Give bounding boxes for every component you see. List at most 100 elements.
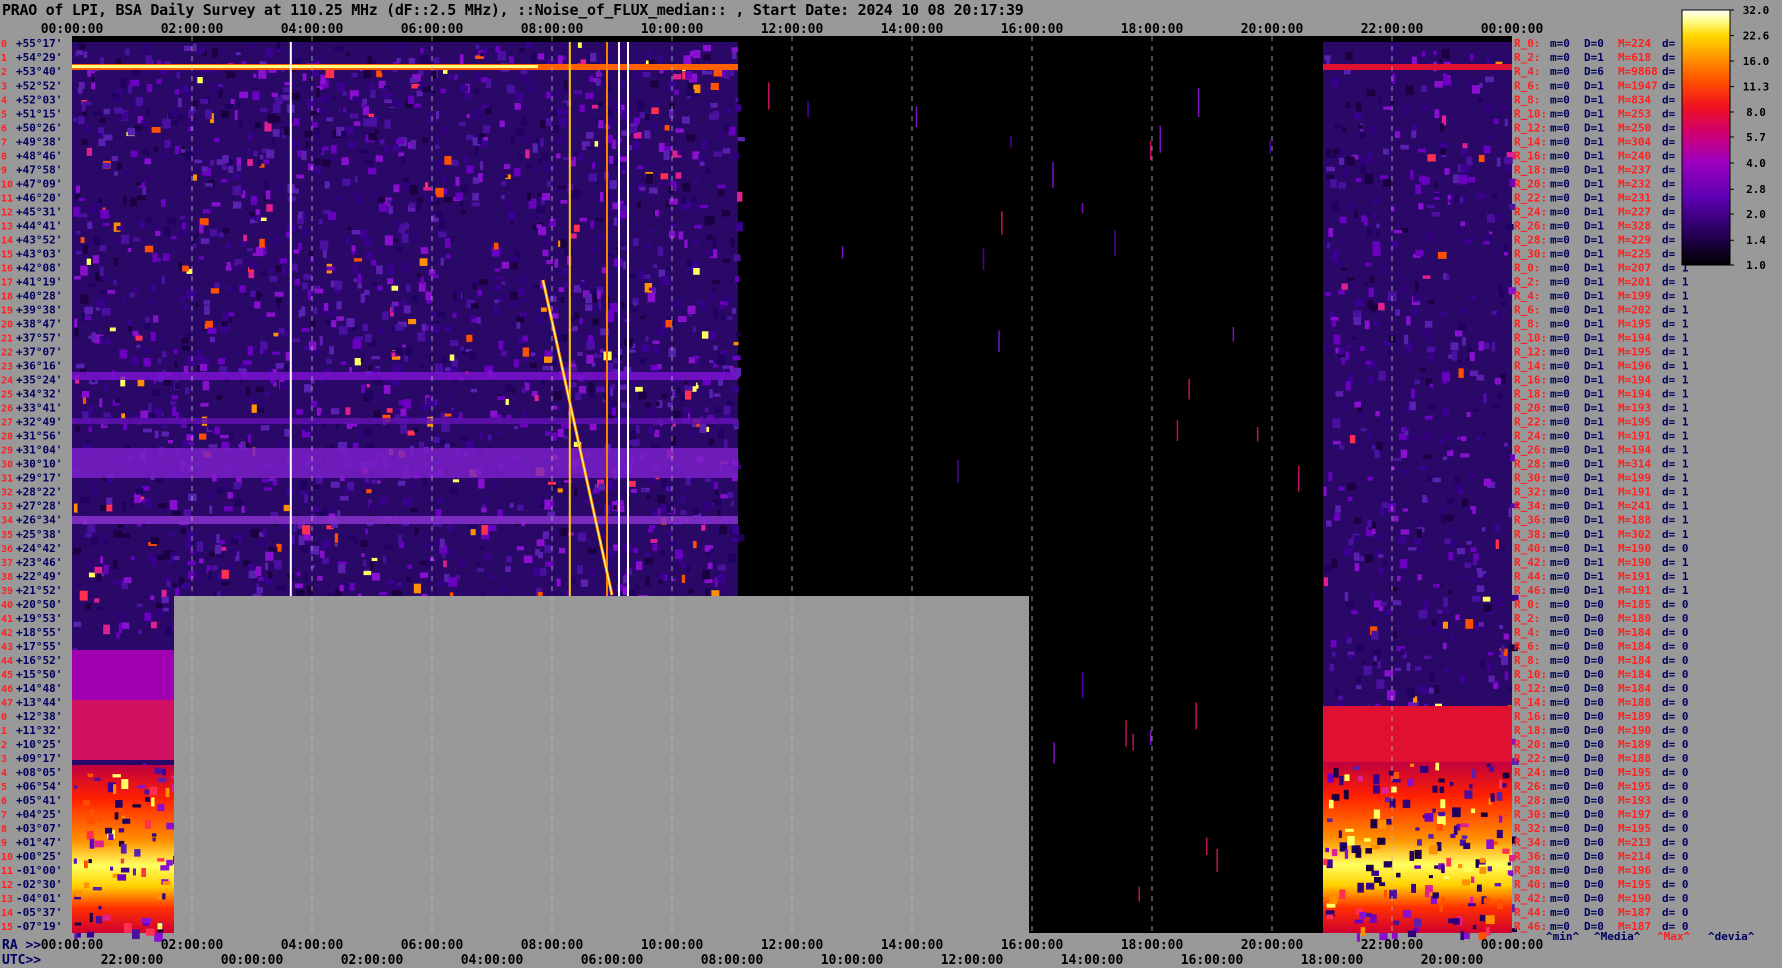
noise-cell (513, 359, 519, 368)
noise-cell (1419, 466, 1428, 470)
noise-cell (239, 285, 246, 293)
noise-cell (245, 386, 250, 396)
noise-cell (352, 339, 362, 349)
noise-cell (1355, 298, 1364, 307)
noise-cell (388, 583, 395, 590)
noise-cell (1461, 835, 1468, 839)
stats-median: D=1 (1584, 289, 1604, 302)
noise-cell (102, 914, 111, 921)
noise-cell (293, 249, 299, 254)
noise-cell (452, 479, 460, 483)
stats-min: m=0 (1550, 37, 1570, 50)
noise-cell (1496, 311, 1503, 322)
noise-cell (182, 222, 186, 230)
noise-cell (1383, 106, 1391, 110)
declination-label: +55°17' (16, 37, 62, 50)
row-index-label: 5 (1, 109, 7, 120)
noise-cell (338, 564, 346, 574)
noise-cell (407, 564, 412, 569)
noise-cell (1402, 508, 1409, 512)
noise-cell (466, 113, 470, 119)
stats-median: D=1 (1584, 121, 1604, 134)
noise-cell (733, 341, 739, 346)
noise-cell (1436, 609, 1443, 614)
noise-cell (1478, 154, 1485, 163)
noise-cell (151, 127, 161, 133)
noise-cell (1367, 434, 1372, 440)
noise-cell (1420, 368, 1426, 372)
noise-cell (107, 477, 113, 484)
noise-cell (558, 287, 564, 292)
noise-cell (88, 427, 93, 432)
stats-min: m=0 (1550, 682, 1570, 695)
stats-median: D=0 (1584, 878, 1604, 891)
noise-cell (414, 427, 419, 433)
noise-cell (411, 295, 419, 303)
noise-cell (588, 173, 598, 182)
stats-max: M=213 (1618, 836, 1651, 849)
noise-cell (137, 379, 145, 387)
noise-cell (459, 54, 464, 64)
noise-cell (261, 399, 266, 406)
noise-cell (596, 218, 604, 222)
noise-cell (184, 509, 191, 517)
noise-cell (1442, 407, 1450, 416)
noise-cell (563, 157, 569, 161)
noise-cell (1422, 275, 1431, 279)
declination-label: +28°22' (16, 486, 62, 499)
stats-median: D=0 (1584, 780, 1604, 793)
noise-cell (674, 89, 679, 95)
stats-footer-label: ^min^ (1546, 930, 1579, 943)
noise-cell (1330, 254, 1339, 263)
noise-cell (1326, 242, 1331, 249)
noise-cell (1383, 178, 1392, 187)
noise-cell (94, 566, 103, 574)
noise-cell (277, 42, 281, 49)
noise-cell (719, 350, 727, 355)
noise-cell (664, 146, 673, 151)
noise-cell (292, 263, 298, 272)
stats-deviation: d= 1 (1662, 402, 1689, 415)
ra-tick-label: 00:00:00 (41, 938, 104, 953)
noise-cell (653, 346, 659, 354)
stats-deviation: d= 0 (1662, 780, 1689, 793)
noise-cell (500, 350, 507, 357)
noise-cell (395, 347, 403, 356)
sparse-signal (1081, 672, 1084, 699)
row-index-label: 41 (1, 614, 13, 625)
noise-cell (269, 276, 277, 282)
noise-cell (1371, 630, 1379, 640)
noise-cell (1398, 535, 1406, 545)
noise-cell (1477, 97, 1483, 103)
stats-min: m=0 (1550, 289, 1570, 302)
stats-deviation: d= 1 (1662, 570, 1689, 583)
noise-cell (1341, 283, 1348, 290)
noise-cell (1473, 397, 1481, 401)
stats-row-label: R_12: (1514, 346, 1547, 359)
noise-cell (1418, 203, 1424, 210)
noise-cell (545, 313, 549, 320)
noise-cell (1353, 552, 1360, 561)
noise-cell (562, 268, 568, 275)
stats-row-label: R_42: (1514, 556, 1547, 569)
noise-cell (128, 85, 132, 94)
noise-cell (701, 331, 709, 339)
noise-cell (1421, 329, 1431, 336)
noise-cell (598, 120, 604, 129)
noise-cell (705, 552, 709, 557)
noise-cell (74, 318, 78, 328)
colorbar-tick-label: 32.0 (1743, 4, 1770, 17)
noise-cell (1415, 281, 1419, 291)
stats-row-label: R_0: (1514, 598, 1541, 611)
noise-cell (384, 99, 393, 104)
noise-cell (401, 181, 410, 192)
stats-deviation: d= 0 (1662, 850, 1689, 863)
noise-cell (397, 44, 403, 54)
stats-min: m=0 (1550, 79, 1570, 92)
stats-min: m=0 (1550, 626, 1570, 639)
sparse-signal (1232, 326, 1235, 342)
noise-cell (1348, 654, 1354, 660)
noise-cell (1498, 283, 1503, 292)
noise-cell (1328, 472, 1333, 482)
noise-cell (678, 231, 684, 240)
